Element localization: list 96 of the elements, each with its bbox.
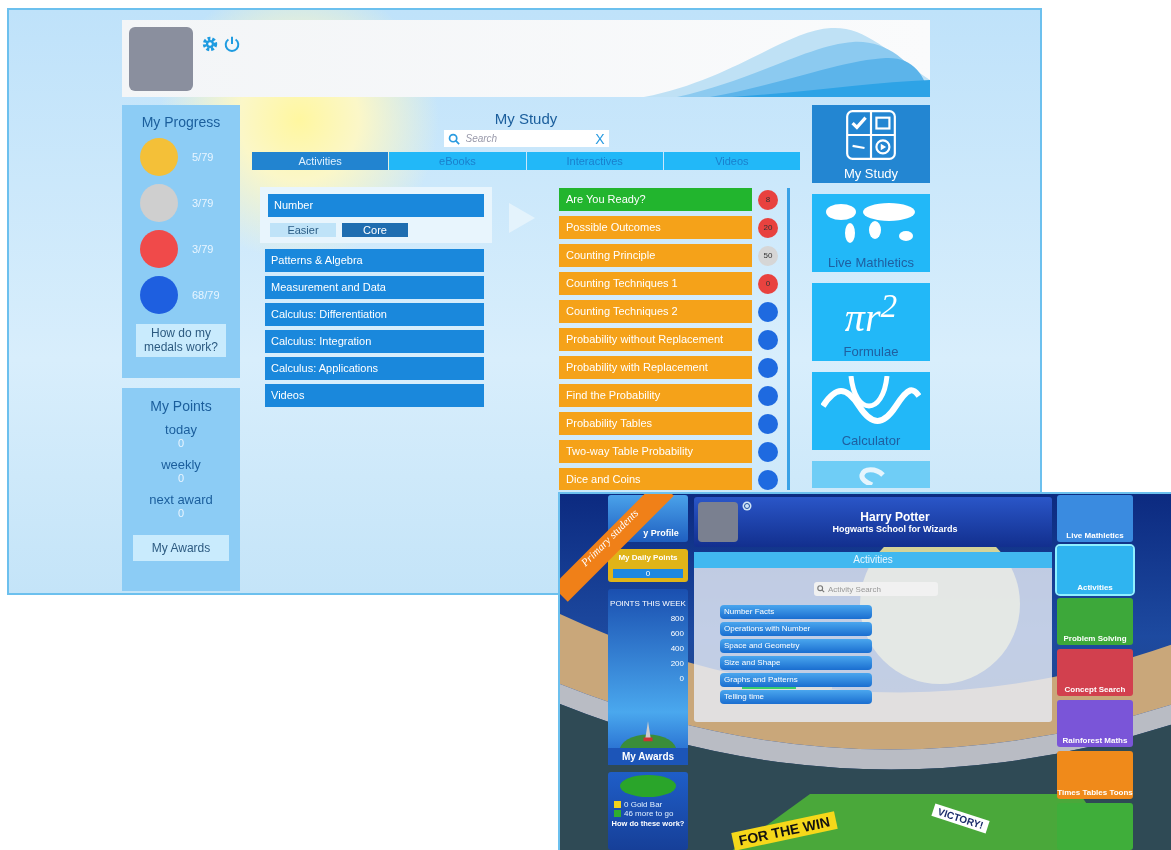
level-button[interactable]: Easier [270, 223, 336, 237]
score-badge: 8 [758, 189, 778, 210]
lesson-button[interactable]: Dice and Coins [559, 468, 752, 490]
search-bar[interactable]: Activity Search [814, 582, 938, 596]
tile-label: My Study [843, 166, 899, 181]
legend-label: 0 Gold Bar [624, 799, 663, 809]
points-label: today [165, 422, 197, 437]
points-label: weekly [161, 457, 201, 472]
lesson-button[interactable]: Probability with Replacement [559, 356, 752, 379]
tab[interactable]: Videos [663, 152, 800, 170]
nav-tile[interactable]: My Study [812, 105, 930, 183]
topic-button[interactable]: Calculus: Applications [265, 357, 484, 380]
power-icon[interactable] [742, 501, 752, 511]
nav-tile[interactable]: Live Mathletics [812, 194, 930, 272]
scale-label: 200 [670, 659, 684, 669]
wave-graph-icon [821, 376, 921, 426]
topic-button[interactable]: Measurement and Data [265, 276, 484, 299]
nav-tile[interactable]: Concept Search [1057, 648, 1133, 697]
scale-label: 0 [678, 674, 684, 684]
lesson-button[interactable]: Find the Probability [559, 384, 752, 407]
activity-button[interactable]: Size and Shape [720, 656, 872, 670]
curve-icon [856, 467, 886, 485]
nav-tile[interactable] [812, 461, 930, 488]
tab[interactable]: Interactives [526, 152, 663, 170]
medal-count: 3/79 [192, 243, 214, 255]
medals-help-button[interactable]: How do my medals work? [136, 324, 226, 357]
level-button[interactable]: Core [342, 223, 408, 237]
medal-count: 5/79 [192, 151, 214, 163]
score-badge: 0 [758, 273, 778, 294]
activity-button[interactable]: Telling time [720, 690, 872, 704]
nav-tile[interactable] [1057, 802, 1133, 850]
scale-label: 600 [670, 629, 684, 639]
lesson-button[interactable]: Probability Tables [559, 412, 752, 435]
panel-title: My Points [150, 398, 212, 414]
activity-button[interactable]: Space and Geometry [720, 639, 872, 653]
medal-count: 68/79 [192, 289, 220, 301]
clear-button[interactable]: X [595, 130, 605, 147]
study-grid-icon [845, 109, 897, 161]
score-badge: 50 [758, 245, 778, 266]
activity-button[interactable]: Operations with Number [720, 622, 872, 636]
avatar-placeholder [129, 27, 193, 91]
nav-tile[interactable]: Problem Solving [1057, 597, 1133, 645]
awards-button[interactable]: My Awards [608, 747, 688, 765]
search-bar[interactable]: Search X [443, 130, 609, 147]
awards-button[interactable]: My Awards [133, 535, 229, 562]
topic-button[interactable]: Calculus: Integration [265, 330, 484, 353]
disc-drawing [620, 774, 676, 797]
lesson-button[interactable]: Two-way Table Probability [559, 440, 752, 463]
medal-count: 3/79 [192, 197, 214, 209]
lesson-button[interactable]: Counting Techniques 1 [559, 272, 752, 295]
points-value: 0 [177, 472, 185, 484]
score-badge: 20 [758, 217, 778, 238]
scale-label: 800 [670, 614, 684, 624]
topic-button[interactable]: Calculus: Differentiation [265, 303, 484, 326]
nav-tile[interactable]: Activities [1057, 546, 1133, 594]
search-input[interactable]: Activity Search [828, 584, 928, 594]
settings-icon[interactable] [201, 35, 219, 53]
section-title: My Study [494, 110, 558, 127]
points-value: 0 [177, 437, 185, 449]
play-arrow-icon [507, 202, 537, 234]
lesson-button[interactable]: Probability without Replacement [559, 328, 752, 351]
formula-text: πr$^{2}$ [844, 285, 898, 342]
user-name: Harry Potter [859, 510, 931, 524]
nav-tile[interactable]: πr$^{2}$ Formulae [812, 283, 930, 361]
school-name: Hogwarts School for Wizards [831, 524, 959, 534]
daily-points-value: 0 [613, 569, 683, 579]
avatar-placeholder [698, 502, 738, 542]
tab[interactable]: eBooks [389, 152, 526, 170]
tile-label: Calculator [841, 433, 901, 448]
activity-button[interactable]: Number Facts [720, 605, 872, 619]
search-icon [817, 585, 825, 593]
tile-label: Live Mathletics [828, 255, 914, 270]
topic-button[interactable]: Videos [265, 384, 484, 407]
tile-label: Formulae [843, 344, 899, 359]
nav-tile[interactable]: Calculator [812, 372, 930, 450]
legend-label: 46 more to go [624, 808, 674, 818]
weekly-points-title: POINTS THIS WEEK [610, 599, 686, 609]
lesson-button[interactable]: Are You Ready? [559, 188, 752, 211]
topic-button[interactable]: Patterns & Algebra [265, 249, 484, 272]
topic-button[interactable]: Number [268, 194, 484, 217]
power-icon[interactable] [223, 35, 241, 53]
points-label: next award [149, 492, 213, 507]
lesson-button[interactable]: Possible Outcomes [559, 216, 752, 239]
lesson-button[interactable]: Counting Principle [559, 244, 752, 267]
scale-label: 400 [670, 644, 684, 654]
nav-tile[interactable]: Live Mathletics [1057, 495, 1133, 543]
search-input[interactable]: Search [463, 132, 596, 145]
panel-title: My Progress [141, 114, 221, 130]
nav-tile[interactable]: Rainforest Maths [1057, 700, 1133, 748]
nav-tile[interactable]: Times Tables Toons [1057, 751, 1133, 799]
points-value: 0 [177, 507, 185, 519]
activity-button[interactable]: Graphs and Patterns [720, 673, 872, 687]
tab[interactable]: Activities [252, 152, 389, 170]
search-icon [447, 132, 460, 145]
lesson-button[interactable]: Counting Techniques 2 [559, 300, 752, 323]
panel-title: Activities [694, 552, 1052, 568]
